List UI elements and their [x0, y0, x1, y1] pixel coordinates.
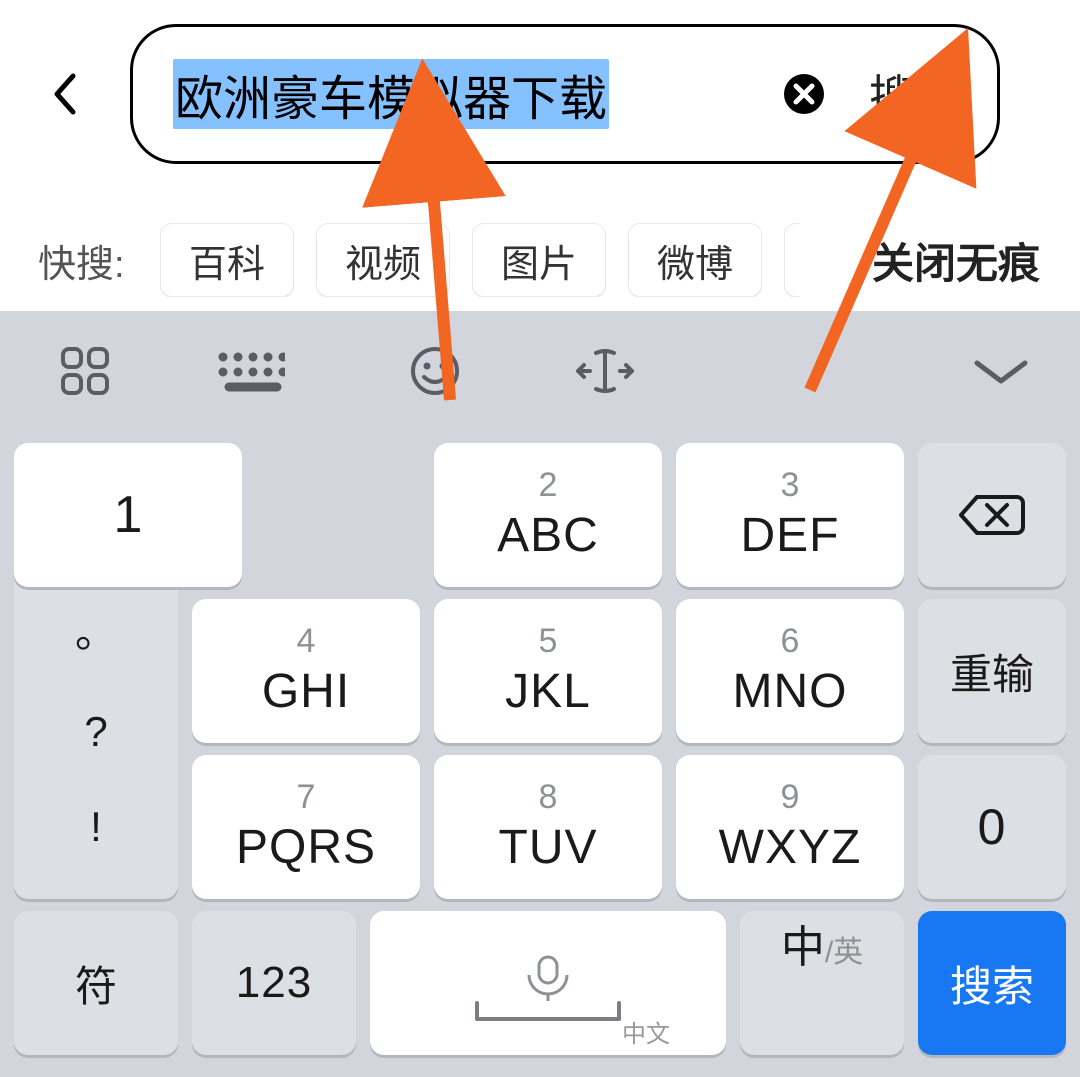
key-4-ghi[interactable]: 4 GHI	[192, 599, 420, 743]
quick-search-chips: 百科 视频 图片 微博 知乎	[160, 223, 800, 297]
grid-icon	[57, 343, 113, 399]
close-circle-icon	[783, 73, 825, 115]
key-digit: 2	[539, 468, 558, 502]
keyboard-icon	[215, 349, 285, 393]
key-5-jkl[interactable]: 5 JKL	[434, 599, 662, 743]
key-label: 符	[75, 953, 117, 1014]
key-digit: 9	[781, 780, 800, 814]
key-label: 0	[978, 798, 1007, 856]
key-digit: 7	[297, 780, 316, 814]
key-letters: DEF	[741, 508, 840, 563]
key-letters: PQRS	[236, 820, 376, 875]
key-label: 123	[236, 958, 312, 1008]
emoji-button[interactable]	[390, 338, 480, 404]
back-button[interactable]	[40, 69, 90, 119]
keyboard-search-key[interactable]: 搜索	[918, 911, 1066, 1055]
search-button[interactable]: 搜索	[869, 61, 961, 127]
language-key[interactable]: 中/英	[740, 911, 904, 1055]
key-letters: GHI	[262, 664, 350, 719]
key-9-wxyz[interactable]: 9 WXYZ	[676, 755, 904, 899]
backspace-key[interactable]	[918, 443, 1066, 587]
retype-key[interactable]: 重输	[918, 599, 1066, 743]
quick-search-chip[interactable]: 视频	[316, 223, 450, 297]
punct-key[interactable]: ?	[84, 708, 107, 756]
punct-key[interactable]: !	[90, 803, 102, 851]
key-7-pqrs[interactable]: 7 PQRS	[192, 755, 420, 899]
key-3-def[interactable]: 3 DEF	[676, 443, 904, 587]
key-letters: MNO	[733, 664, 848, 719]
key-digit: 3	[781, 468, 800, 502]
top-bar: 欧洲豪车模拟器下载 搜索	[0, 24, 1080, 164]
key-letters: WXYZ	[719, 820, 862, 875]
clear-button[interactable]	[783, 73, 825, 115]
space-sublabel: 中文	[622, 1014, 670, 1049]
numeric-key[interactable]: 123	[192, 911, 356, 1055]
key-digit: 8	[539, 780, 558, 814]
quick-search-chip[interactable]: 知乎	[784, 223, 800, 297]
quick-search-chip[interactable]: 微博	[628, 223, 762, 297]
quick-search-chip[interactable]: 图片	[472, 223, 606, 297]
key-8-tuv[interactable]: 8 TUV	[434, 755, 662, 899]
quick-search-chip[interactable]: 百科	[160, 223, 294, 297]
key-grid: ， 。 ? ! 1 2 ABC 3 DEF 4	[14, 443, 1066, 1055]
quick-search-label: 快搜:	[38, 233, 125, 288]
emoji-icon	[409, 345, 461, 397]
key-letters: TUV	[499, 820, 598, 875]
text-cursor-icon	[572, 347, 638, 395]
key-letters: JKL	[505, 664, 591, 719]
search-input[interactable]: 欧洲豪车模拟器下载	[173, 59, 609, 129]
key-label: 重输	[950, 641, 1034, 702]
key-6-mno[interactable]: 6 MNO	[676, 599, 904, 743]
backspace-icon	[957, 491, 1027, 539]
key-1[interactable]: 1	[14, 443, 242, 587]
keyboard-layout-button[interactable]	[205, 338, 295, 404]
space-key[interactable]: 中文	[370, 911, 726, 1055]
key-digit: 5	[539, 624, 558, 658]
key-label: 中	[781, 911, 825, 975]
key-digit: 6	[781, 624, 800, 658]
keyboard-panel: ， 。 ? ! 1 2 ABC 3 DEF 4	[0, 311, 1080, 1077]
punct-key[interactable]: 。	[75, 599, 117, 660]
symbol-key[interactable]: 符	[14, 911, 178, 1055]
keyboard-menu-button[interactable]	[40, 338, 130, 404]
collapse-keyboard-button[interactable]	[956, 338, 1046, 404]
close-incognito-button[interactable]: 关闭无痕	[872, 230, 1040, 291]
keyboard-toolbar	[0, 311, 1080, 431]
key-sublabel: /英	[825, 927, 863, 971]
screen: 欧洲豪车模拟器下载 搜索 快搜: 百科 视频 图片 微博 知乎 关闭无痕	[0, 0, 1080, 1077]
chevron-down-icon	[971, 355, 1031, 387]
key-digit: 4	[297, 624, 316, 658]
key-digit: 1	[114, 489, 143, 541]
key-label: 搜索	[950, 953, 1034, 1014]
search-box: 欧洲豪车模拟器下载 搜索	[130, 24, 1000, 164]
key-2-abc[interactable]: 2 ABC	[434, 443, 662, 587]
chevron-left-icon	[51, 72, 79, 116]
quick-search-row: 快搜: 百科 视频 图片 微博 知乎 关闭无痕	[0, 210, 1080, 310]
edit-button[interactable]	[560, 338, 650, 404]
microphone-icon	[505, 955, 591, 1001]
key-letters: ABC	[497, 508, 599, 563]
key-0[interactable]: 0	[918, 755, 1066, 899]
space-bar-icon	[473, 999, 623, 1029]
